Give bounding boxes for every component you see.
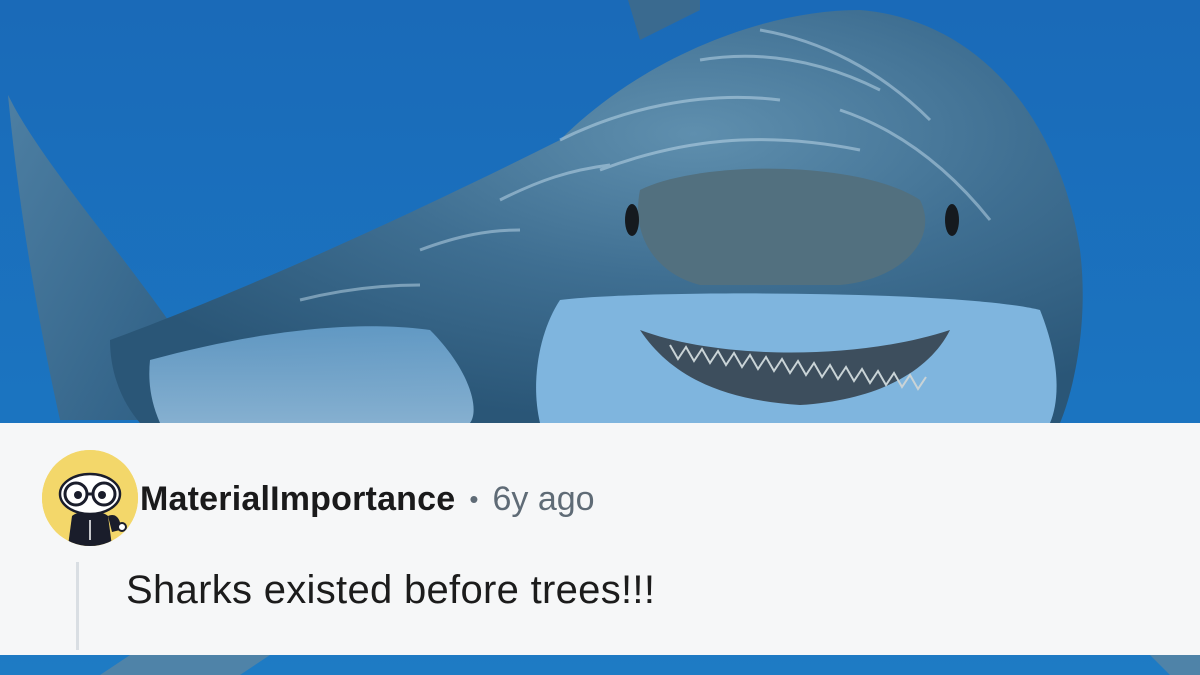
thread-line[interactable] [76,562,79,650]
comment-meta: MaterialImportance • 6y ago [140,476,595,522]
comment-card [0,423,1200,655]
comment-timestamp[interactable]: 6y ago [492,480,594,519]
post-image-card: MaterialImportance • 6y ago Sharks exist… [0,0,1200,675]
comment-body: Sharks existed before trees!!! [126,568,656,612]
user-avatar[interactable] [42,450,138,546]
username-link[interactable]: MaterialImportance [140,480,455,519]
meta-separator: • [469,483,479,514]
snoo-avatar-icon [42,450,138,546]
